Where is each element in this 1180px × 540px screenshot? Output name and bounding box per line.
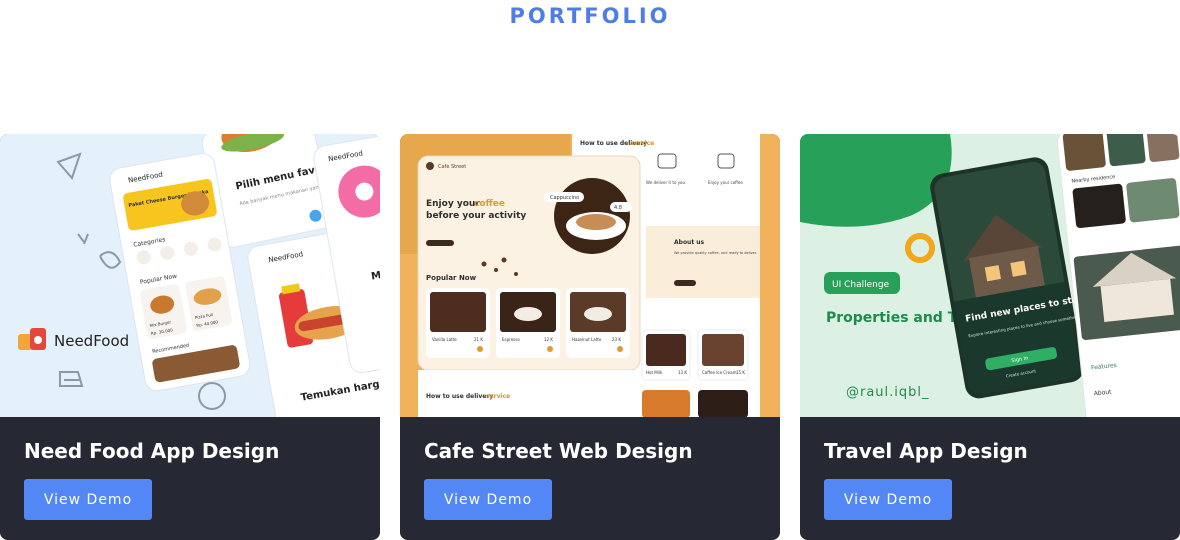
project-thumbnail[interactable]: UI Challenge Properties and Travel App @… — [800, 134, 1180, 417]
travel-app-mockup: UI Challenge Properties and Travel App @… — [800, 134, 1180, 417]
project-card-travel: UI Challenge Properties and Travel App @… — [800, 134, 1180, 540]
product-3-price: 23 K — [612, 337, 621, 342]
view-demo-button[interactable]: View Demo — [424, 479, 552, 520]
menu-1-price: 13 K — [678, 370, 687, 375]
card-body: Cafe Street Web Design View Demo — [400, 417, 780, 540]
product-1-price: 21 K — [474, 337, 483, 342]
about-sub: We provide quality coffee, and ready to … — [674, 251, 757, 255]
project-title: Need Food App Design — [24, 439, 280, 463]
product-card: Vanilla Latte 21 K — [426, 288, 490, 358]
project-thumbnail[interactable]: How to use delivery service We deliver i… — [400, 134, 780, 417]
project-title: Travel App Design — [824, 439, 1028, 463]
brand-text: NeedFood — [54, 332, 129, 350]
view-demo-button[interactable]: View Demo — [24, 479, 152, 520]
product-2-name: Espresso — [502, 337, 520, 342]
product-label: Cappuccino — [550, 195, 579, 201]
product-2-price: 12 K — [544, 337, 553, 342]
view-demo-button[interactable]: View Demo — [824, 479, 952, 520]
menu-2-price: 15 K — [736, 370, 745, 375]
hero-line-2: before your activity — [426, 211, 526, 221]
project-card-cafe-street: How to use delivery service We deliver i… — [400, 134, 780, 540]
cafe-street-mockup: How to use delivery service We deliver i… — [400, 134, 780, 417]
designer-handle: @raul.iqbl_ — [846, 385, 930, 400]
section-title: PORTFOLIO — [509, 4, 671, 28]
delivery-accent: service — [630, 140, 654, 147]
product-card: Espresso 12 K — [496, 288, 560, 358]
project-title: Cafe Street Web Design — [424, 439, 693, 463]
delivery-step-1: We deliver it to you — [646, 180, 685, 185]
product-card: Hazelnut Latte 23 K — [566, 288, 630, 358]
card-body: Travel App Design View Demo — [800, 417, 1180, 540]
delivery-step-2: Enjoy your coffee — [708, 180, 743, 185]
product-3-name: Hazelnut Latte — [572, 337, 602, 342]
menu-1-name: Hot Milk — [646, 370, 663, 375]
delivery-accent-bottom: service — [486, 393, 510, 400]
need-food-mockup: NeedFood Pilih menu favoritemu Ada banya… — [0, 134, 380, 417]
product-rating: 4.8 — [614, 205, 622, 211]
cafe-logo: Cafe Street — [438, 164, 466, 170]
product-1-name: Vanilla Latte — [432, 337, 457, 342]
menu-2-name: Coffee Ice Cream — [702, 370, 737, 375]
card-body: Need Food App Design View Demo — [0, 417, 380, 540]
project-card-need-food: NeedFood Pilih menu favoritemu Ada banya… — [0, 134, 380, 540]
hero-accent: coffee — [474, 199, 505, 209]
about-title: About us — [674, 239, 705, 246]
popular-label: Popular Now — [426, 274, 477, 282]
project-thumbnail[interactable]: NeedFood Pilih menu favoritemu Ada banya… — [0, 134, 380, 417]
delivery-title-bottom: How to use delivery — [426, 393, 493, 400]
ui-challenge-badge: UI Challenge — [832, 280, 890, 290]
hero-line-1: Enjoy your — [426, 199, 480, 209]
